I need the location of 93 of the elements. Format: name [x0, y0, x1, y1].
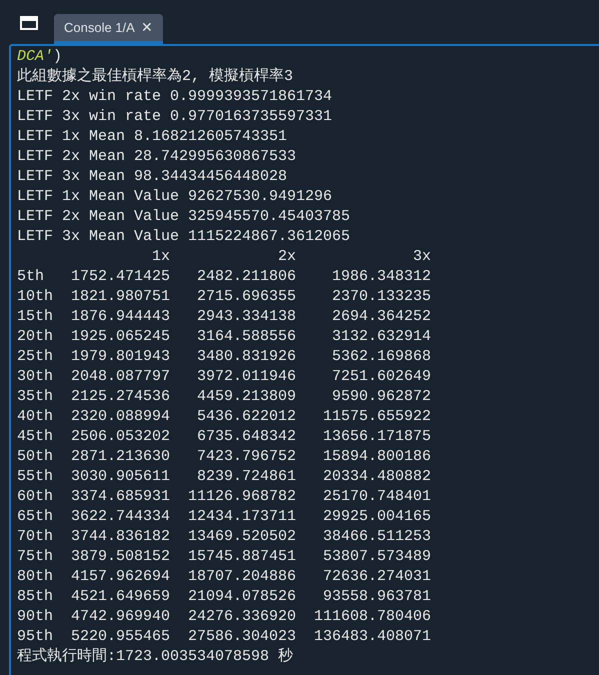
window-icon[interactable]	[20, 16, 38, 30]
table-cell-text: 4521.649659	[70, 587, 170, 607]
column-header: 1x	[151, 247, 170, 267]
row-label: 25th	[17, 347, 53, 367]
row-label: 70th	[17, 527, 53, 547]
table-cell-text: 1821.980751	[70, 287, 170, 307]
row-label: 80th	[17, 567, 53, 587]
row-label: 90th	[17, 607, 53, 627]
table-cell-text: 2506.053202	[70, 427, 170, 447]
output-line: LETF 2x win rate 0.9999393571861734	[17, 87, 332, 107]
table-cell-text: 11575.655922	[322, 407, 432, 427]
table-cell-text: 2715.696355	[196, 287, 296, 307]
output-line: LETF 2x Mean 28.742995630867533	[17, 147, 296, 167]
table-cell-text: 5220.955465	[70, 627, 170, 647]
row-label: 30th	[17, 367, 53, 387]
row-label: 85th	[17, 587, 53, 607]
table-cell-text: 2482.211806	[196, 267, 296, 287]
table-cell-text: 15894.800186	[322, 447, 432, 467]
table-cell-text: 3480.831926	[196, 347, 296, 367]
table-cell-text: 3972.011946	[196, 367, 296, 387]
row-label: 15th	[17, 307, 53, 327]
table-cell-text: 2943.334138	[196, 307, 296, 327]
table-cell-text: 2694.364252	[331, 307, 432, 327]
row-label: 5th	[17, 267, 46, 287]
row-label: 50th	[17, 447, 53, 467]
table-cell-text: 29925.004165	[322, 507, 432, 527]
output-line: LETF 2x Mean Value 325945570.45403785	[17, 207, 350, 227]
output-line: 此組數據之最佳槓桿率為2, 模擬槓桿率3	[17, 67, 294, 87]
table-cell-text: 4459.213809	[196, 387, 296, 407]
table-cell-text: 111608.780406	[313, 607, 432, 627]
row-label: 10th	[17, 287, 53, 307]
table-cell-text: 38466.511253	[322, 527, 432, 547]
table-cell-text: 2125.274536	[70, 387, 170, 407]
table-cell-text: 3164.588556	[196, 327, 296, 347]
output-line: LETF 3x Mean 98.34434456448028	[17, 167, 288, 187]
table-cell-text: 72636.274031	[322, 567, 432, 587]
table-cell-text: 3622.744334	[70, 507, 170, 527]
code-line: DCA')	[17, 47, 62, 67]
row-label: 35th	[17, 387, 53, 407]
table-cell-text: 7251.602649	[331, 367, 432, 387]
table-cell-text: 4742.969940	[70, 607, 170, 627]
table-cell-text: 93558.963781	[322, 587, 432, 607]
table-cell-text: 5362.169868	[331, 347, 432, 367]
output-line: 程式執行時間:1723.003534078598 秒	[17, 647, 294, 667]
row-label: 95th	[17, 627, 53, 647]
output-line: LETF 1x Mean 8.168212605743351	[17, 127, 288, 147]
table-cell-text: 2048.087797	[70, 367, 170, 387]
table-cell-text: 4157.962694	[70, 567, 170, 587]
column-header: 3x	[412, 247, 432, 267]
table-cell-text: 6735.648342	[196, 427, 296, 447]
row-label: 60th	[17, 487, 53, 507]
table-cell-text: 8239.724861	[196, 467, 296, 487]
table-cell-text: 13656.171875	[322, 427, 432, 447]
close-tab-button[interactable]: ✕	[140, 17, 153, 38]
table-cell-text: 18707.204886	[187, 567, 296, 587]
table-cell-text: 1925.065245	[70, 327, 170, 347]
table-cell-text: 2370.133235	[331, 287, 432, 307]
table-cell-text: 24276.336920	[187, 607, 296, 627]
output-line: LETF 1x Mean Value 92627530.9491296	[17, 187, 332, 207]
table-cell-text: 1752.471425	[70, 267, 170, 287]
console-tab[interactable]: Console 1/A ✕	[54, 14, 163, 44]
row-label: 75th	[17, 547, 53, 567]
table-cell-text: 136483.408071	[313, 627, 432, 647]
column-header: 2x	[277, 247, 296, 267]
table-cell-text: 2871.213630	[70, 447, 170, 467]
row-label: 40th	[17, 407, 53, 427]
table-cell-text: 11126.968782	[187, 487, 296, 507]
table-cell-text: 2320.088994	[70, 407, 170, 427]
table-cell-text: 3374.685931	[70, 487, 170, 507]
table-cell-text: 53807.573489	[322, 547, 432, 567]
output-line: LETF 3x win rate 0.9770163735597331	[17, 107, 332, 127]
output-line: LETF 3x Mean Value 1115224867.3612065	[17, 227, 350, 247]
table-cell-text: 25170.748401	[322, 487, 432, 507]
table-cell-text: 1876.944443	[70, 307, 170, 327]
table-cell-text: 21094.078526	[187, 587, 296, 607]
row-label: 65th	[17, 507, 53, 527]
table-cell-text: 13469.520502	[187, 527, 296, 547]
table-cell-text: 7423.796752	[196, 447, 296, 467]
table-cell-text: 20334.480882	[322, 467, 432, 487]
table-cell-text: 3132.632914	[331, 327, 432, 347]
table-cell-text: 1986.348312	[331, 267, 432, 287]
table-cell-text: 3030.905611	[70, 467, 170, 487]
table-cell-text: 3744.836182	[70, 527, 170, 547]
row-label: 20th	[17, 327, 53, 347]
table-cell-text: 12434.173711	[187, 507, 296, 527]
table-cell-text: 9590.962872	[331, 387, 432, 407]
table-cell-text: 1979.801943	[70, 347, 170, 367]
table-cell-text: 3879.508152	[70, 547, 170, 567]
table-cell-text: 5436.622012	[196, 407, 296, 427]
table-cell-text: 27586.304023	[187, 627, 296, 647]
row-label: 45th	[17, 427, 53, 447]
row-label: 55th	[17, 467, 53, 487]
table-cell-text: 15745.887451	[187, 547, 296, 567]
